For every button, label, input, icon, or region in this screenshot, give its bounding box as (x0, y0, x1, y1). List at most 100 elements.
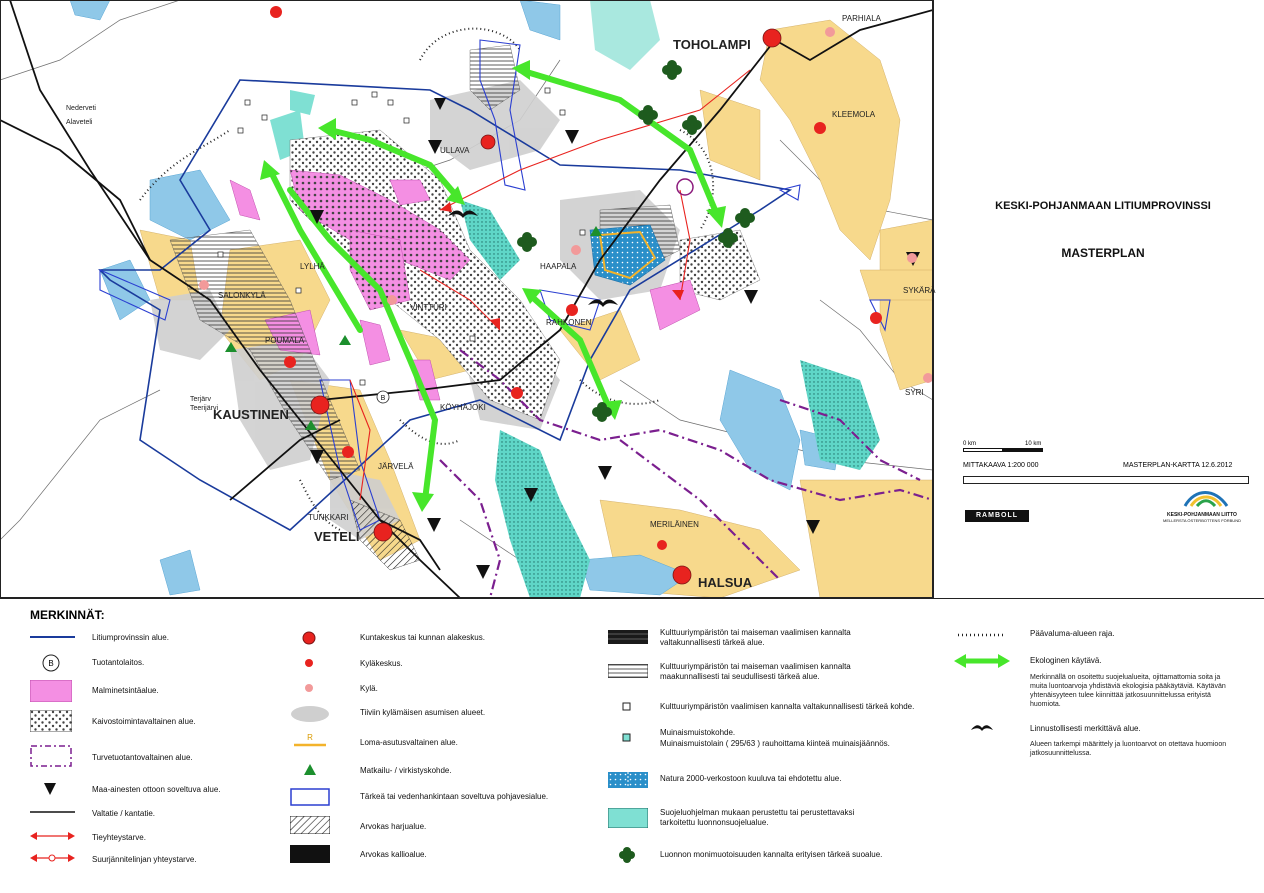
legend-item: Turvetuotantovaltainen alue. (92, 753, 193, 762)
legend-item: Suurjännitelinjan yhteystarve. (92, 855, 197, 864)
legend-item: Päävaluma-alueen raja. (1030, 629, 1115, 638)
legend-symbol-power-line (30, 854, 75, 862)
svg-text:R: R (307, 733, 313, 742)
label-parhiala: PARHIALA (842, 14, 881, 23)
legend-symbol-province (30, 636, 75, 638)
label-lylha: LYLHÄ (300, 262, 325, 271)
legend-item: Kaivostoimintavaltainen alue. (92, 717, 196, 726)
legend-symbol-extraction (44, 783, 56, 795)
label-ullava: ULLAVA (440, 146, 470, 155)
label-sykara: SYKÄRÄ (903, 286, 936, 295)
map-title: KESKI-POHJANMAAN LITIUMPROVINSSI (995, 200, 1211, 212)
label-merilainen: MERILÄINEN (650, 520, 699, 529)
label-kleemola: KLEEMOLA (832, 110, 876, 119)
label-halsua: HALSUA (698, 575, 753, 590)
map-identifier: MASTERPLAN-KARTTA 12.6.2012 (1123, 462, 1233, 469)
legend-item: Kylä. (360, 684, 378, 693)
legend-item: Natura 2000-verkostoon kuuluva tai ehdot… (660, 774, 842, 783)
logo-text-2: MELLERSTA ÖSTERBOTTENS FÖRBUND (1163, 518, 1241, 523)
legend-symbol-peat (30, 745, 72, 767)
legend-item: Tärkeä tai vedenhankintaan soveltuva poh… (360, 792, 549, 801)
legend-symbol-road (30, 811, 75, 813)
legend-symbol-birds (971, 725, 993, 731)
legend-symbol-recreation (304, 764, 316, 775)
legend-symbol-culture-object (622, 702, 631, 711)
scale-zero: 0 km (963, 441, 977, 447)
legend-heading: MERKINNÄT: (30, 608, 105, 622)
legend-item: Muinaismuistolain ( 295/63 ) rauhoittama… (660, 739, 890, 748)
label-rahkonen: RAHKONEN (546, 318, 592, 327)
legend-item: Linnustollisesti merkittävä alue. (1030, 724, 1141, 733)
legend-symbol-ridge (290, 816, 330, 834)
legend-symbol-bog (619, 847, 635, 863)
label-vintturi: VINTTURI (410, 303, 447, 312)
svg-text:B: B (381, 395, 386, 402)
label-kaustinen: KAUSTINEN (213, 407, 289, 422)
legend-symbol-boundary (958, 633, 1006, 637)
legend-symbol-road-need (30, 832, 75, 840)
legend-symbol-antiquity (622, 733, 631, 742)
legend-symbol-village-centre (305, 659, 313, 667)
legend-item: Muinaismuistokohde. (660, 728, 736, 737)
legend-panel: MERKINNÄT: Litiumprovinssin alue. B Tuot… (0, 598, 1264, 893)
label-jarvela: JÄRVELÄ (378, 462, 414, 471)
legend-item: Luonnon monimuotoisuuden kannalta erityi… (660, 850, 883, 859)
legend-item: Kulttuuriympäristön vaalimisen kannalta … (660, 702, 915, 711)
label-syri: SYRI (905, 388, 924, 397)
legend-item: Arvokas kallioalue. (360, 850, 427, 859)
legend-note: Merkinnällä on osoitettu suojelualueita,… (1030, 674, 1226, 708)
legend-symbol-natura (608, 772, 648, 788)
map-graphics: B (0, 0, 934, 599)
legend-item: Valtatie / kantatie. (92, 809, 155, 818)
label-tunkkari: TUNKKARI (308, 513, 349, 522)
legend-symbol-culture-national (608, 630, 648, 644)
legend-item: Tiiviin kylämäisen asumisen alueet. (360, 708, 486, 717)
map-subtitle: MASTERPLAN (1061, 246, 1145, 260)
legend-symbol-holiday: R (294, 733, 326, 747)
legend-item: Kulttuuriympäristön tai maiseman vaalimi… (660, 628, 851, 647)
legend-item: Maa-ainesten ottoon soveltuva alue. (92, 785, 221, 794)
label-haapala: HAAPALA (540, 262, 577, 271)
legend-symbol-culture-regional (608, 664, 648, 678)
legend-note: Alueen tarkempi määrittely ja luontoarvo… (1030, 741, 1227, 757)
title-panel: KESKI-POHJANMAAN LITIUMPROVINSSI MASTERP… (933, 0, 1264, 598)
legend-item: Kyläkeskus. (360, 659, 403, 668)
label-veteli: VETELI (314, 529, 360, 544)
legend-symbol-rock (290, 845, 330, 863)
scale-ten: 10 km (1025, 441, 1042, 447)
svg-text:B: B (48, 659, 53, 668)
legend-item: Litiumprovinssin alue. (92, 633, 169, 642)
label-nederveti: Nederveti (66, 105, 96, 112)
legend-item: Matkailu- / virkistyskohde. (360, 766, 452, 775)
scale-text: MITTAKAAVA 1:200 000 (963, 462, 1039, 469)
legend-symbol-nature-reserve (608, 808, 648, 828)
legend-item: Tieyhteystarve. (92, 833, 146, 842)
label-toholampi: TOHOLAMPI (673, 37, 751, 52)
label-teerijarvi: Teerijärvi (190, 405, 219, 412)
ramboll-logo: RAMBOLL (965, 510, 1029, 522)
label-salonkyla: SALONKYLÄ (218, 291, 266, 300)
legend-symbol-mining (30, 710, 72, 732)
legend-symbol-corridor (954, 654, 1010, 668)
info-box (963, 476, 1249, 484)
legend-symbol-exploration (30, 680, 72, 702)
legend-symbol-village (305, 684, 313, 692)
legend-divider (0, 598, 1264, 599)
panel-divider (933, 0, 934, 598)
legend-item: Kuntakeskus tai kunnan alakeskus. (360, 633, 485, 642)
legend-item: Kulttuuriympäristön tai maiseman vaalimi… (660, 662, 851, 681)
legend-item: Suojeluohjelman mukaan perustettu tai pe… (660, 808, 855, 827)
legend-item: Arvokas harjualue. (360, 822, 427, 831)
label-koyhajoki: KÖYHÄJOKI (440, 403, 486, 412)
keski-pohjanmaa-logo (1183, 491, 1229, 508)
legend-item: Tuotantolaitos. (92, 658, 145, 667)
legend-item: Ekologinen käytävä. (1030, 656, 1102, 665)
label-poumala: POUMALA (265, 336, 305, 345)
scale-bar-segment (963, 448, 1003, 452)
legend-item: Malminetsintäalue. (92, 686, 159, 695)
label-alaveteli: Alaveteli (66, 119, 93, 126)
legend-symbol-production: B (42, 654, 60, 672)
legend-symbol-dense-village (291, 706, 329, 722)
legend-symbol-groundwater (290, 788, 330, 806)
production-plant-marker: B (376, 390, 390, 404)
